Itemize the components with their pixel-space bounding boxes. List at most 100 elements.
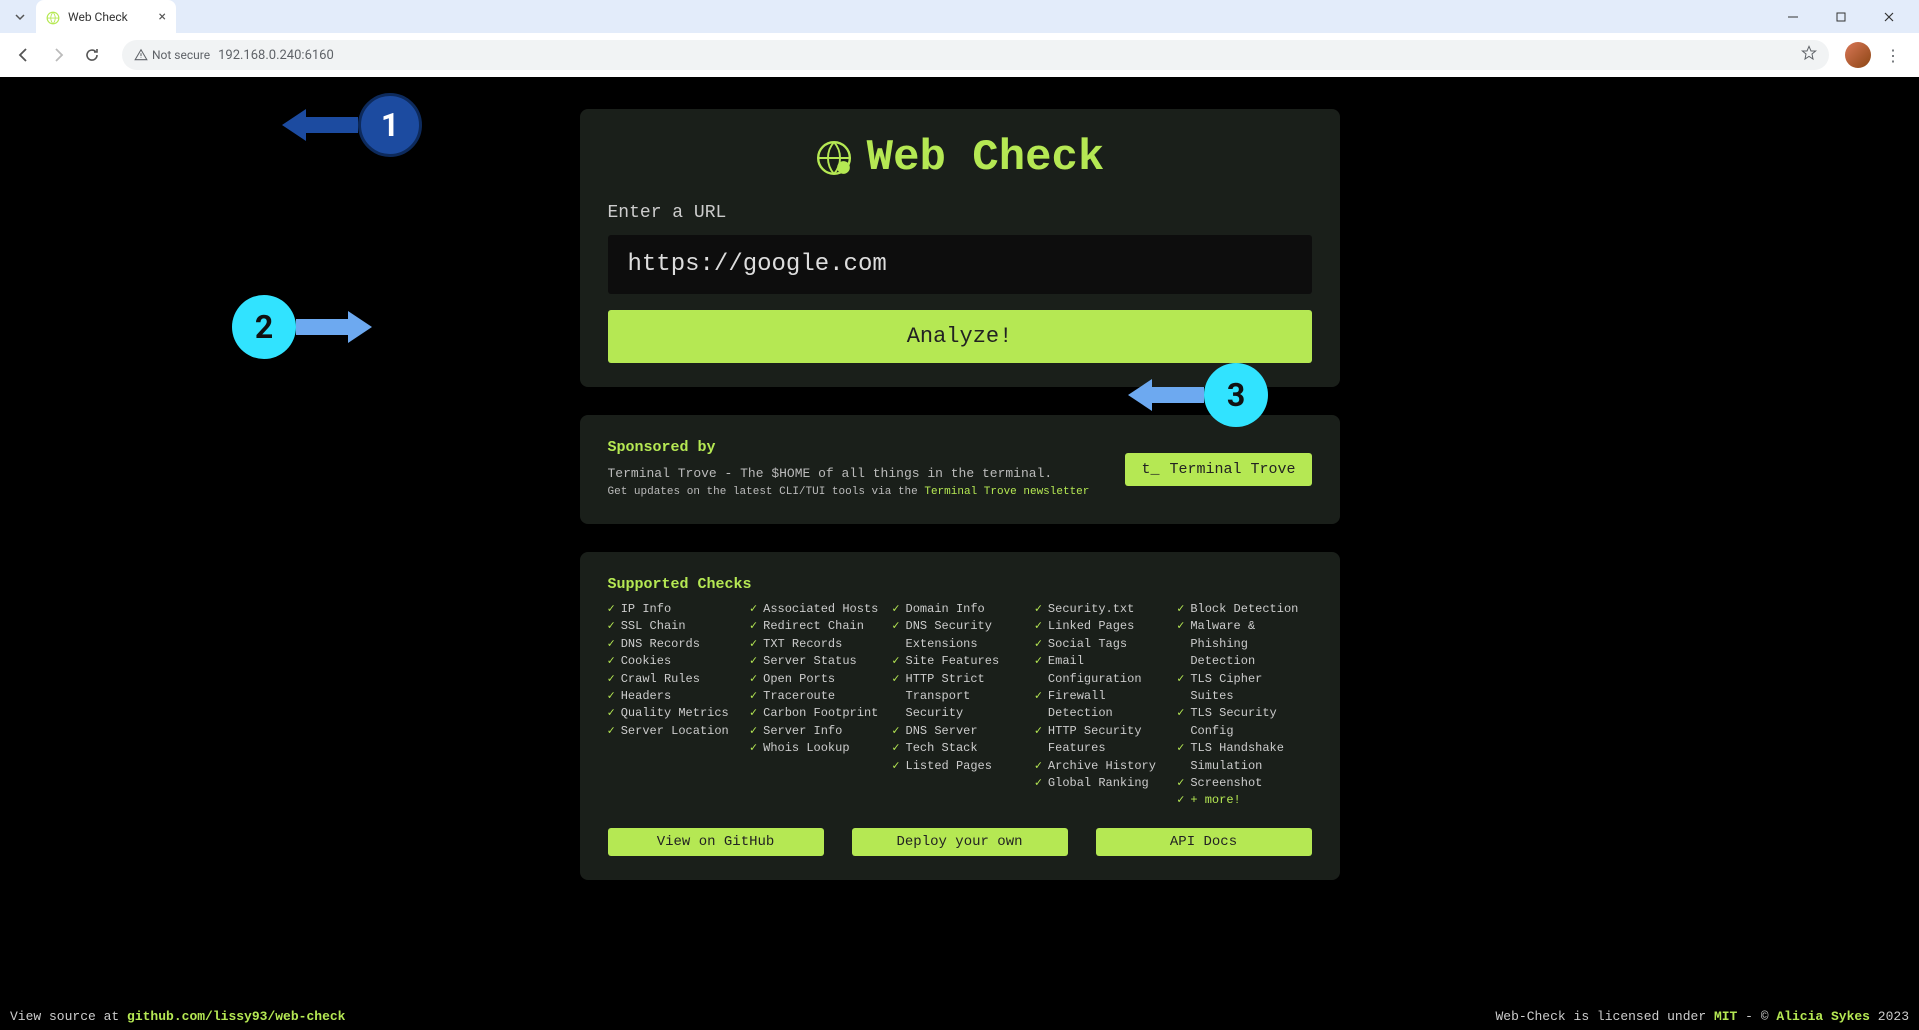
annotation-2: 2 xyxy=(232,295,372,359)
check-item: ✓Linked Pages xyxy=(1035,618,1169,635)
check-item: ✓Firewall Detection xyxy=(1035,688,1169,723)
footer-right-mid: - © xyxy=(1737,1009,1776,1024)
check-icon: ✓ xyxy=(608,618,615,635)
footer-license-link[interactable]: MIT xyxy=(1714,1009,1737,1024)
arrow-right-icon xyxy=(296,307,372,347)
forward-button[interactable] xyxy=(44,41,72,69)
check-item-label: Tech Stack xyxy=(906,740,978,757)
reload-button[interactable] xyxy=(78,41,106,69)
footer-author-link[interactable]: Alicia Sykes xyxy=(1776,1009,1870,1024)
check-icon: ✓ xyxy=(608,705,615,722)
check-item-label: Quality Metrics xyxy=(621,705,729,722)
annotation-1-circle: 1 xyxy=(358,93,422,157)
check-item: ✓TLS Security Config xyxy=(1177,705,1311,740)
checks-column: ✓ Block Detection ✓ Malware & Phishing Dete… xyxy=(1177,601,1311,810)
close-icon[interactable]: × xyxy=(149,9,166,25)
footer: View source at github.com/lissy93/web-ch… xyxy=(0,1003,1919,1030)
footer-right-post: 2023 xyxy=(1870,1009,1909,1024)
check-icon: ✓ xyxy=(1177,775,1184,792)
check-icon: ✓ xyxy=(608,688,615,705)
check-icon: ✓ xyxy=(1177,671,1184,688)
check-icon: ✓ xyxy=(1177,740,1184,757)
check-icon: ✓ xyxy=(750,723,757,740)
check-icon: ✓ xyxy=(750,653,757,670)
check-item: ✓Cookies xyxy=(608,653,742,670)
check-item: ✓Global Ranking xyxy=(1035,775,1169,792)
check-icon: ✓ xyxy=(750,601,757,618)
check-item: ✓Server Location xyxy=(608,723,742,740)
check-item: ✓Whois Lookup xyxy=(750,740,884,757)
check-item: ✓Associated Hosts xyxy=(750,601,884,618)
check-item: ✓ Server Info xyxy=(750,723,884,740)
check-item-label: Block Detection xyxy=(1190,601,1298,618)
checks-card: Supported Checks ✓IP Info✓SSL Chain✓DNS … xyxy=(580,552,1340,880)
analyze-button[interactable]: Analyze! xyxy=(608,310,1312,363)
url-input[interactable] xyxy=(608,235,1312,294)
browser-tab[interactable]: Web Check × xyxy=(36,0,176,33)
browser-toolbar: Not secure 192.168.0.240:6160 ⋮ xyxy=(0,33,1919,77)
check-item: ✓Server Status xyxy=(750,653,884,670)
avatar[interactable] xyxy=(1845,42,1871,68)
check-item-label: Traceroute xyxy=(763,688,835,705)
footer-source-link[interactable]: github.com/lissy93/web-check xyxy=(127,1009,345,1024)
security-indicator[interactable]: Not secure xyxy=(134,48,210,62)
check-item-label: Server Info xyxy=(763,723,842,740)
check-item: ✓Carbon Footprint xyxy=(750,705,884,722)
check-item-label: HTTP Strict Transport Security xyxy=(906,671,1027,723)
checks-column: ✓Domain Info✓DNS Security Extensions✓Sit… xyxy=(892,601,1026,810)
check-icon: ✓ xyxy=(1035,758,1042,775)
window-close-button[interactable] xyxy=(1867,2,1911,32)
sponsor-line2-pre: Get updates on the latest CLI/TUI tools … xyxy=(608,486,925,498)
deploy-button[interactable]: Deploy your own xyxy=(852,828,1068,856)
sponsor-heading: Sponsored by xyxy=(608,439,1090,456)
annotation-1: 1 xyxy=(282,93,422,157)
minimize-button[interactable] xyxy=(1771,2,1815,32)
check-item: ✓ Archive History xyxy=(1035,758,1169,775)
check-icon: ✓ xyxy=(892,723,899,740)
check-item: ✓HTTP Security Features xyxy=(1035,723,1169,758)
check-icon: ✓ xyxy=(1177,792,1184,809)
link-button-row: View on GitHub Deploy your own API Docs xyxy=(608,828,1312,856)
check-item: ✓TXT Records xyxy=(750,636,884,653)
check-icon: ✓ xyxy=(892,758,899,775)
check-icon: ✓ xyxy=(608,601,615,618)
api-docs-button[interactable]: API Docs xyxy=(1096,828,1312,856)
check-item-label: Screenshot xyxy=(1190,775,1262,792)
address-bar[interactable]: Not secure 192.168.0.240:6160 xyxy=(122,40,1829,70)
check-item: ✓Traceroute xyxy=(750,688,884,705)
sponsor-button[interactable]: t_ Terminal Trove xyxy=(1125,453,1311,486)
check-item: ✓DNS Security Extensions xyxy=(892,618,1026,653)
check-item: ✓Email Configuration xyxy=(1035,653,1169,688)
globe-icon xyxy=(815,139,853,177)
check-item-label: Malware & Phishing Detection xyxy=(1190,618,1311,670)
check-item-label: Crawl Rules xyxy=(621,671,700,688)
check-item-label: TXT Records xyxy=(763,636,842,653)
check-item-label: DNS Security Extensions xyxy=(906,618,1027,653)
check-item-label: Security.txt xyxy=(1048,601,1134,618)
sponsor-line1: Terminal Trove - The $HOME of all things… xyxy=(608,464,1090,484)
tab-strip: Web Check × xyxy=(0,0,1919,33)
check-icon: ✓ xyxy=(1035,653,1042,670)
check-item-label: Linked Pages xyxy=(1048,618,1134,635)
check-icon: ✓ xyxy=(892,653,899,670)
github-button[interactable]: View on GitHub xyxy=(608,828,824,856)
maximize-button[interactable] xyxy=(1819,2,1863,32)
star-icon[interactable] xyxy=(1801,45,1817,65)
more-icon[interactable]: ⋮ xyxy=(1877,46,1909,65)
page-body: Web Check Enter a URL Analyze! Sponsored… xyxy=(0,77,1919,1030)
sponsor-card: Sponsored by Terminal Trove - The $HOME … xyxy=(580,415,1340,524)
check-item: ✓ DNS Server xyxy=(892,723,1026,740)
sponsor-newsletter-link[interactable]: Terminal Trove newsletter xyxy=(924,486,1089,498)
check-item: ✓DNS Records xyxy=(608,636,742,653)
check-item: ✓TLS Cipher Suites xyxy=(1177,671,1311,706)
checks-heading: Supported Checks xyxy=(608,576,1312,593)
tab-title: Web Check xyxy=(68,10,128,24)
window-controls xyxy=(1771,2,1911,32)
check-item-label: Archive History xyxy=(1048,758,1156,775)
check-item: ✓Crawl Rules xyxy=(608,671,742,688)
back-button[interactable] xyxy=(10,41,38,69)
sponsor-button-label: Terminal Trove xyxy=(1169,461,1295,478)
check-item: ✓Site Features xyxy=(892,653,1026,670)
tab-search-button[interactable] xyxy=(8,5,32,29)
check-item-label: DNS Server xyxy=(906,723,978,740)
